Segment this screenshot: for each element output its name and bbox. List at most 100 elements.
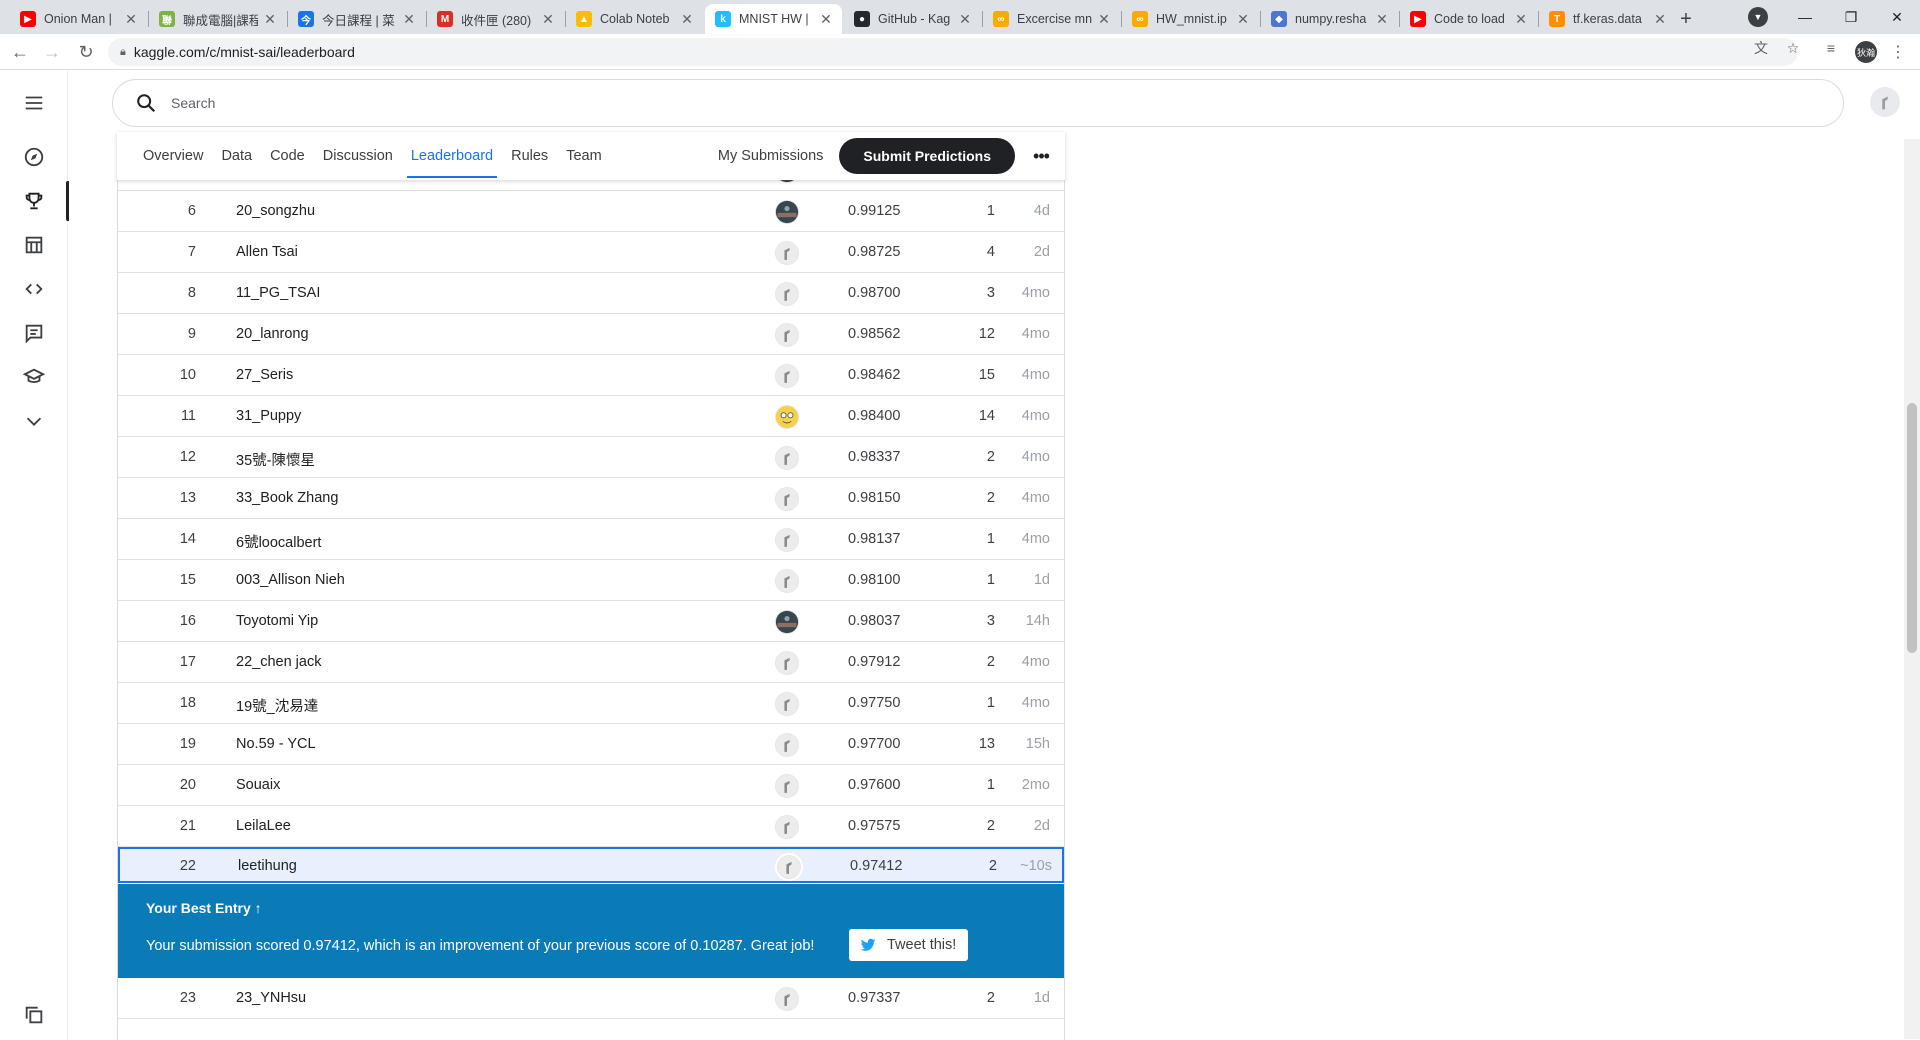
search-input[interactable] [171, 95, 1671, 111]
chrome-profile-avatar[interactable]: 狄瀚 [1855, 41, 1877, 63]
browser-tab[interactable]: 今今日課程 | 菜 ✕ [288, 4, 425, 34]
close-tab-icon[interactable]: ✕ [818, 11, 834, 28]
table-row[interactable]: 23 23_YNHsu 0.97337 2 1d [118, 978, 1064, 1019]
team-name[interactable]: 27_Seris [236, 367, 293, 383]
tab-data[interactable]: Data [212, 132, 261, 180]
team-name[interactable]: 23_YNHsu [236, 990, 306, 1006]
chrome-menu-icon[interactable]: ⋮ [1890, 42, 1906, 62]
more-options-icon[interactable]: ••• [1021, 138, 1061, 174]
tab-leaderboard[interactable]: Leaderboard [402, 132, 502, 180]
browser-tab[interactable]: ▲ Colab Noteb ✕ [566, 4, 703, 34]
team-name[interactable]: 11_PG_TSAI [236, 285, 320, 301]
team-name[interactable]: 33_Book Zhang [236, 490, 338, 506]
translate-icon[interactable]: 文 [1752, 39, 1770, 57]
table-row[interactable]: 14 6號loocalbert 0.98137 1 4mo [118, 519, 1064, 560]
learn-icon[interactable] [0, 357, 68, 397]
table-row[interactable]: 13 33_Book Zhang 0.98150 2 4mo [118, 478, 1064, 519]
team-name[interactable]: leetihung [238, 858, 297, 874]
team-avatar[interactable] [773, 485, 801, 513]
table-row[interactable]: 16 Toyotomi Yip 0.98037 3 14h [118, 601, 1064, 642]
team-avatar[interactable] [773, 239, 801, 267]
browser-tab[interactable]: ∞ Excercise mn ✕ [983, 4, 1120, 34]
browser-tab[interactable]: ∞ HW_mnist.ip ✕ [1122, 4, 1259, 34]
tab-code[interactable]: Code [261, 132, 314, 180]
team-name[interactable]: 22_chen jack [236, 654, 321, 670]
team-name[interactable]: 19號_沈易達 [236, 695, 318, 716]
team-name[interactable]: 6號loocalbert [236, 531, 321, 552]
code-icon[interactable] [0, 269, 68, 309]
close-tab-icon[interactable]: ✕ [679, 11, 695, 28]
team-avatar[interactable] [773, 813, 801, 841]
tab-overview[interactable]: Overview [117, 132, 212, 180]
trophy-icon[interactable] [0, 181, 69, 221]
table-row[interactable]: 11 31_Puppy 0.98400 14 4mo [118, 396, 1064, 437]
close-tab-icon[interactable]: ✕ [1096, 11, 1112, 28]
table-icon[interactable] [0, 225, 68, 265]
reload-icon[interactable]: ↻ [74, 40, 98, 64]
team-avatar[interactable] [773, 198, 801, 226]
page-scrollbar[interactable] [1904, 139, 1920, 1039]
team-avatar[interactable] [773, 526, 801, 554]
browser-tab[interactable]: ◆ numpy.resha ✕ [1261, 4, 1398, 34]
team-avatar[interactable] [773, 567, 801, 595]
address-bar[interactable]: 🔒︎ kaggle.com/c/mnist-sai/leaderboard [108, 38, 1798, 66]
view-active-events-icon[interactable] [0, 995, 68, 1035]
my-submissions-link[interactable]: My Submissions [718, 148, 824, 164]
team-avatar[interactable] [773, 690, 801, 718]
tab-team[interactable]: Team [557, 132, 610, 180]
team-avatar[interactable] [773, 444, 801, 472]
back-icon[interactable]: ← [8, 40, 32, 64]
team-name[interactable]: 31_Puppy [236, 408, 301, 424]
table-row[interactable]: 10 27_Seris 0.98462 15 4mo [118, 355, 1064, 396]
kaggle-search-bar[interactable] [112, 79, 1844, 127]
team-avatar[interactable] [773, 280, 801, 308]
close-tab-icon[interactable]: ✕ [540, 11, 556, 28]
compass-icon[interactable] [0, 137, 68, 177]
close-tab-icon[interactable]: ✕ [262, 11, 278, 28]
team-name[interactable]: 003_Allison Nieh [236, 572, 345, 588]
table-row[interactable]: 17 22_chen jack 0.97912 2 4mo [118, 642, 1064, 683]
close-window-icon[interactable]: ✕ [1874, 0, 1920, 34]
new-tab-button[interactable]: + [1672, 5, 1700, 33]
team-avatar[interactable] [773, 731, 801, 759]
team-name[interactable]: 35號-陳懷星 [236, 449, 315, 470]
team-avatar[interactable] [773, 985, 801, 1013]
close-tab-icon[interactable]: ✕ [401, 11, 417, 28]
my-leaderboard-row[interactable]: 22 leetihung 0.97412 2 ~10s [118, 847, 1064, 883]
browser-tab[interactable]: ▶ Code to load ✕ [1400, 4, 1537, 34]
close-tab-icon[interactable]: ✕ [957, 11, 973, 28]
user-avatar[interactable] [1870, 87, 1900, 117]
bookmark-star-icon[interactable]: ☆ [1784, 39, 1802, 57]
expand-more-icon[interactable] [0, 401, 68, 441]
tab-rules[interactable]: Rules [502, 132, 557, 180]
browser-tab[interactable]: ▶ Onion Man | ✕ [10, 4, 147, 34]
team-avatar[interactable] [773, 403, 801, 431]
team-avatar[interactable] [773, 649, 801, 677]
team-name[interactable]: 20_songzhu [236, 203, 315, 219]
tab-search-icon[interactable]: ▼ [1748, 7, 1768, 27]
close-tab-icon[interactable]: ✕ [1513, 11, 1529, 28]
table-row[interactable]: 8 11_PG_TSAI 0.98700 3 4mo [118, 273, 1064, 314]
browser-tab[interactable]: Ttf.keras.data ✕ [1539, 4, 1676, 34]
close-tab-icon[interactable]: ✕ [1235, 11, 1251, 28]
browser-tab[interactable]: ● GitHub - Kag ✕ [844, 4, 981, 34]
close-tab-icon[interactable]: ✕ [123, 11, 139, 28]
team-avatar[interactable] [773, 772, 801, 800]
table-row[interactable]: 12 35號-陳懷星 0.98337 2 4mo [118, 437, 1064, 478]
table-row[interactable]: 15 003_Allison Nieh 0.98100 1 1d [118, 560, 1064, 601]
team-name[interactable]: LeilaLee [236, 818, 291, 834]
scrollbar-thumb[interactable] [1907, 403, 1917, 653]
team-name[interactable]: Toyotomi Yip [236, 613, 318, 629]
close-tab-icon[interactable]: ✕ [1652, 11, 1668, 28]
table-row[interactable]: 20 Souaix 0.97600 1 2mo [118, 765, 1064, 806]
browser-tab[interactable]: M 收件匣 (280) ✕ [427, 4, 564, 34]
tab-discussion[interactable]: Discussion [314, 132, 402, 180]
team-name[interactable]: Allen Tsai [236, 244, 298, 260]
table-row[interactable]: 9 20_lanrong 0.98562 12 4mo [118, 314, 1064, 355]
table-row[interactable]: 18 19號_沈易達 0.97750 1 4mo [118, 683, 1064, 724]
team-name[interactable]: No.59 - YCL [236, 736, 316, 752]
team-avatar[interactable] [773, 362, 801, 390]
team-name[interactable]: Souaix [236, 777, 280, 793]
discussion-icon[interactable] [0, 313, 68, 353]
close-tab-icon[interactable]: ✕ [1374, 11, 1390, 28]
